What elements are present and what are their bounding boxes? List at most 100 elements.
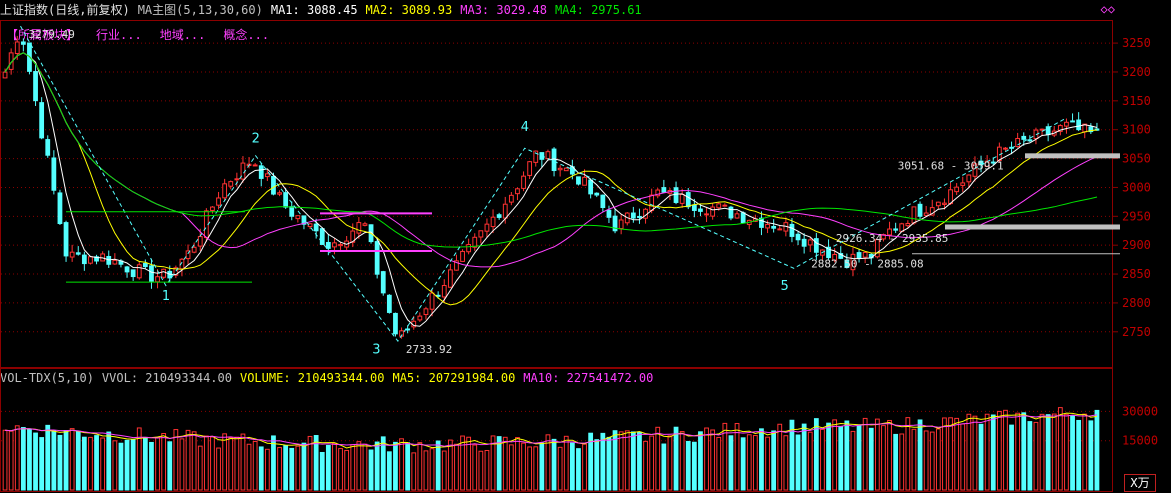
volume-bar <box>325 444 331 491</box>
candle-body <box>691 204 697 211</box>
candle-body <box>502 203 508 219</box>
volume-bar <box>350 444 356 491</box>
kline-chart[interactable]: 2750 2800 2850 2900 2950 3000 3050 3100 3150 3200… <box>0 0 1171 493</box>
candle-body <box>338 244 343 247</box>
volume-bar <box>1064 414 1069 491</box>
price-panel-frame <box>0 20 1113 368</box>
candle-body <box>801 238 807 247</box>
volume-bar <box>338 448 343 491</box>
candle-body <box>423 308 429 316</box>
volume-bar <box>521 442 526 491</box>
volume-bar <box>990 414 996 491</box>
volume-bar <box>960 423 966 491</box>
candle-body <box>484 223 490 232</box>
volume-bar <box>283 445 289 491</box>
volume-bar <box>1094 409 1100 491</box>
candle-body <box>222 183 228 199</box>
wave-line <box>20 25 1067 342</box>
volume-bar <box>399 438 404 491</box>
volume-bar <box>637 431 642 491</box>
volume-bar <box>161 433 167 491</box>
candle-body <box>88 256 93 264</box>
candle-body <box>557 167 563 171</box>
candle-body <box>966 174 972 183</box>
price-annotation: 2882.50 - 2885.08 <box>811 257 924 270</box>
volume-bar <box>874 418 880 491</box>
candle-body <box>942 202 947 205</box>
candle-body <box>295 215 301 220</box>
candle-body <box>637 215 642 218</box>
volume-bar <box>1088 420 1094 491</box>
candle-body <box>1015 137 1021 148</box>
candle-body <box>765 223 770 229</box>
volume-bar <box>771 430 777 491</box>
volume-bar <box>667 435 673 491</box>
candle-body <box>515 188 520 195</box>
volume-bar <box>905 417 911 491</box>
volume-bar <box>887 419 892 491</box>
candle-body <box>124 266 130 273</box>
candle-body <box>57 192 63 225</box>
candle-body <box>893 228 899 231</box>
volume-bar <box>508 444 514 491</box>
candle-body <box>905 222 911 227</box>
volume-bar <box>673 426 679 491</box>
volume-bar <box>801 423 807 491</box>
volume-bar <box>112 440 118 491</box>
candle-body <box>740 212 746 223</box>
volume-bar <box>996 410 1002 491</box>
candle-body <box>252 164 258 167</box>
volume-bar <box>173 429 179 491</box>
candle-body <box>289 206 295 217</box>
volume-bar <box>691 441 697 491</box>
volume-bar <box>752 435 758 491</box>
volume-bar <box>94 435 99 491</box>
price-annotation: 2733.92 <box>406 343 452 356</box>
volume-bar <box>57 434 63 491</box>
ma4-line <box>4 52 1098 248</box>
candle-body <box>325 241 331 249</box>
candle-body <box>69 251 75 258</box>
volume-tick-label: 30000 <box>1122 404 1158 418</box>
volume-bar <box>142 436 148 491</box>
volume-bar <box>289 447 295 491</box>
candle-body <box>112 259 118 265</box>
volume-bar <box>344 449 350 491</box>
volume-bar <box>923 430 929 491</box>
candle-body <box>75 252 81 255</box>
volume-bar <box>527 446 533 491</box>
volume-bar <box>844 420 850 491</box>
candle-body <box>1003 147 1008 150</box>
volume-bar <box>624 430 630 491</box>
candle-body <box>216 197 221 206</box>
volume-bar <box>1070 415 1075 491</box>
volume-bar <box>75 430 81 491</box>
volume-unit-label[interactable]: X万 <box>1124 474 1156 492</box>
price-tick-label: 3000 <box>1122 180 1151 194</box>
volume-bar <box>1045 414 1051 491</box>
volume-bar <box>393 441 398 491</box>
price-tick-label: 3150 <box>1122 94 1151 108</box>
candle-body <box>618 219 624 230</box>
candle-body <box>649 194 655 211</box>
candle-body <box>386 294 392 313</box>
volume-bar <box>820 428 825 491</box>
volume-bar <box>63 430 69 491</box>
volume-bar <box>972 415 978 491</box>
volume-bar <box>417 442 423 491</box>
wave-label: 4 <box>521 120 529 135</box>
candle-body <box>197 236 203 247</box>
candle-body <box>63 222 69 257</box>
volume-bar <box>746 434 752 491</box>
volume-bar <box>2 429 8 491</box>
volume-bar <box>734 423 740 491</box>
volume-bar <box>868 427 874 491</box>
candle-body <box>45 139 51 156</box>
volume-bar <box>210 436 215 491</box>
volume-bar <box>106 431 112 491</box>
candle-body <box>478 230 484 238</box>
candle-body <box>161 268 167 278</box>
volume-bar <box>81 436 87 491</box>
candle-body <box>130 269 136 278</box>
candle-body <box>234 178 240 181</box>
